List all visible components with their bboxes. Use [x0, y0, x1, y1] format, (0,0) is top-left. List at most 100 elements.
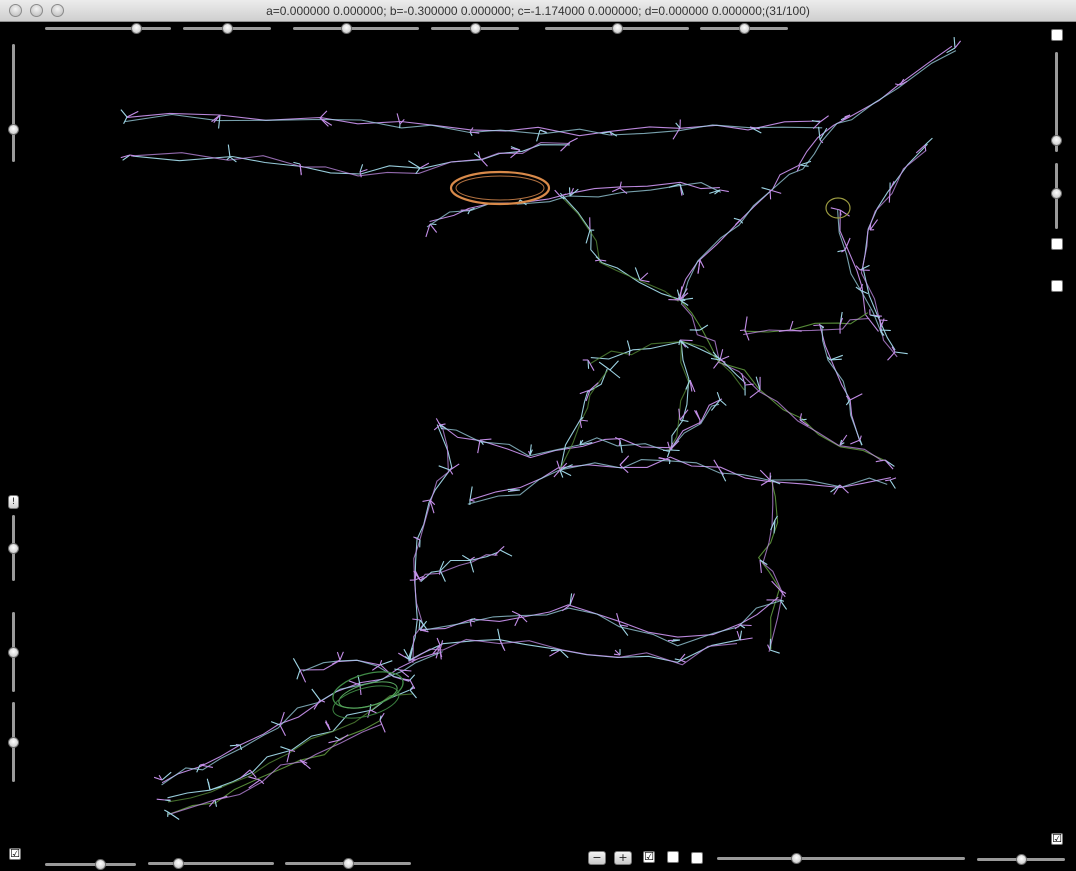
fractal-spike [799, 413, 803, 421]
bottom-right-checkbox[interactable]: ☑ [1051, 833, 1063, 845]
fractal-spike [819, 115, 829, 123]
left-slider-1-knob[interactable] [8, 123, 19, 135]
top-slider-4[interactable] [431, 23, 519, 34]
fractal-spike [422, 499, 431, 502]
zoom-in-button[interactable]: + [614, 851, 632, 865]
fractal-curve [677, 45, 953, 301]
left-slider-1[interactable] [8, 44, 19, 162]
fractal-spike [418, 619, 421, 629]
left-slider-4-knob[interactable] [8, 737, 19, 748]
left-slider-2-knob[interactable] [8, 543, 19, 554]
fractal-spike [739, 624, 752, 627]
fractal-spike [598, 361, 611, 371]
right-checkbox-1[interactable] [1051, 29, 1063, 41]
top-slider-6[interactable] [700, 23, 788, 34]
bottom-slider-3[interactable] [285, 858, 411, 869]
fractal-spike [120, 109, 128, 118]
fractal-spike [299, 163, 302, 175]
top-slider-1[interactable] [45, 23, 171, 34]
left-slider-2[interactable] [8, 515, 19, 581]
top-slider-1-knob[interactable] [130, 23, 142, 34]
fractal-spike [334, 736, 341, 741]
fractal-spike [669, 449, 680, 452]
bottom-checkbox-1[interactable]: ☑ [643, 851, 655, 863]
fractal-spike [449, 469, 454, 475]
fractal-curve [469, 456, 892, 501]
fractal-curve [677, 297, 888, 462]
fractal-spike [499, 545, 505, 551]
fractal-spike [398, 677, 411, 681]
right-slider-1[interactable] [1051, 52, 1062, 152]
left-small-button[interactable]: ! [8, 495, 19, 509]
top-slider-2[interactable] [183, 23, 271, 34]
fractal-spike [409, 674, 416, 681]
bottom-checkbox-3[interactable] [691, 852, 703, 864]
left-slider-4[interactable] [8, 702, 19, 782]
fractal-spike [713, 459, 721, 471]
fractal-spike [894, 351, 908, 355]
fractal-spike [279, 724, 286, 736]
fractal-spike [499, 549, 513, 557]
right-checkbox-2[interactable] [1051, 238, 1063, 250]
fractal-curve [561, 196, 679, 302]
bottom-slider-4-knob[interactable] [791, 853, 803, 864]
bottom-slider-2[interactable] [148, 858, 274, 869]
fractal-spike [156, 798, 166, 801]
fractal-spike [954, 40, 962, 49]
fractal-spike [435, 418, 441, 426]
fractal-spike [695, 329, 701, 332]
fractal-canvas[interactable] [0, 22, 1076, 871]
fractal-spike [888, 189, 891, 203]
fractal-spike [616, 613, 621, 626]
left-slider-3[interactable] [8, 612, 19, 692]
zoom-out-button[interactable]: − [588, 851, 606, 865]
top-slider-2-knob[interactable] [222, 23, 233, 34]
fractal-spike [369, 704, 372, 711]
bottom-slider-4[interactable] [717, 853, 965, 864]
right-slider-2-knob[interactable] [1051, 187, 1062, 199]
top-slider-5[interactable] [545, 23, 689, 34]
bottom-checkbox-2[interactable] [667, 851, 679, 863]
bottom-slider-1[interactable] [45, 859, 136, 870]
fractal-curve [132, 144, 570, 175]
left-slider-3-knob[interactable] [8, 647, 19, 658]
fractal-spike [436, 637, 441, 646]
fractal-spike [369, 709, 377, 714]
fractal-curve [418, 596, 779, 638]
bottom-slider-3-knob[interactable] [343, 858, 354, 869]
fractal-spike [429, 223, 437, 226]
bottom-slider-1-track [45, 863, 136, 866]
fractal-spike [129, 154, 135, 157]
fractal-spike [749, 389, 761, 399]
fractal-spike [668, 459, 671, 465]
fractal-spike [479, 438, 492, 441]
top-slider-4-knob[interactable] [470, 23, 481, 34]
fractal-spike [412, 618, 421, 621]
top-slider-3-track [293, 27, 419, 30]
right-slider-1-knob[interactable] [1051, 135, 1062, 146]
fractal-spike [419, 620, 428, 631]
bottom-slider-2-knob[interactable] [173, 858, 185, 869]
fractal-spike [626, 340, 631, 351]
top-slider-5-knob[interactable] [612, 23, 623, 34]
fractal-spike [885, 479, 891, 482]
bottom-slider-5[interactable] [977, 854, 1065, 865]
fractal-spike [695, 410, 701, 421]
bottom-slider-1-knob[interactable] [94, 859, 106, 870]
fractal-spike [429, 223, 438, 233]
fractal-curve [437, 398, 723, 459]
right-checkbox-3[interactable] [1051, 280, 1063, 292]
top-slider-6-knob[interactable] [739, 23, 750, 34]
fractal-spike [609, 360, 619, 371]
fractal-spike [889, 477, 897, 481]
top-slider-3-knob[interactable] [340, 23, 352, 34]
bottom-left-checkbox[interactable]: ☑ [9, 848, 21, 860]
fractal-spike [818, 126, 821, 141]
fractal-spike [887, 351, 896, 361]
fractal-spike [123, 116, 128, 125]
bottom-slider-5-knob[interactable] [1016, 854, 1027, 865]
top-slider-3[interactable] [293, 23, 419, 34]
fractal-spike [514, 614, 521, 627]
fractal-spike [733, 217, 741, 221]
right-slider-2[interactable] [1051, 163, 1062, 229]
